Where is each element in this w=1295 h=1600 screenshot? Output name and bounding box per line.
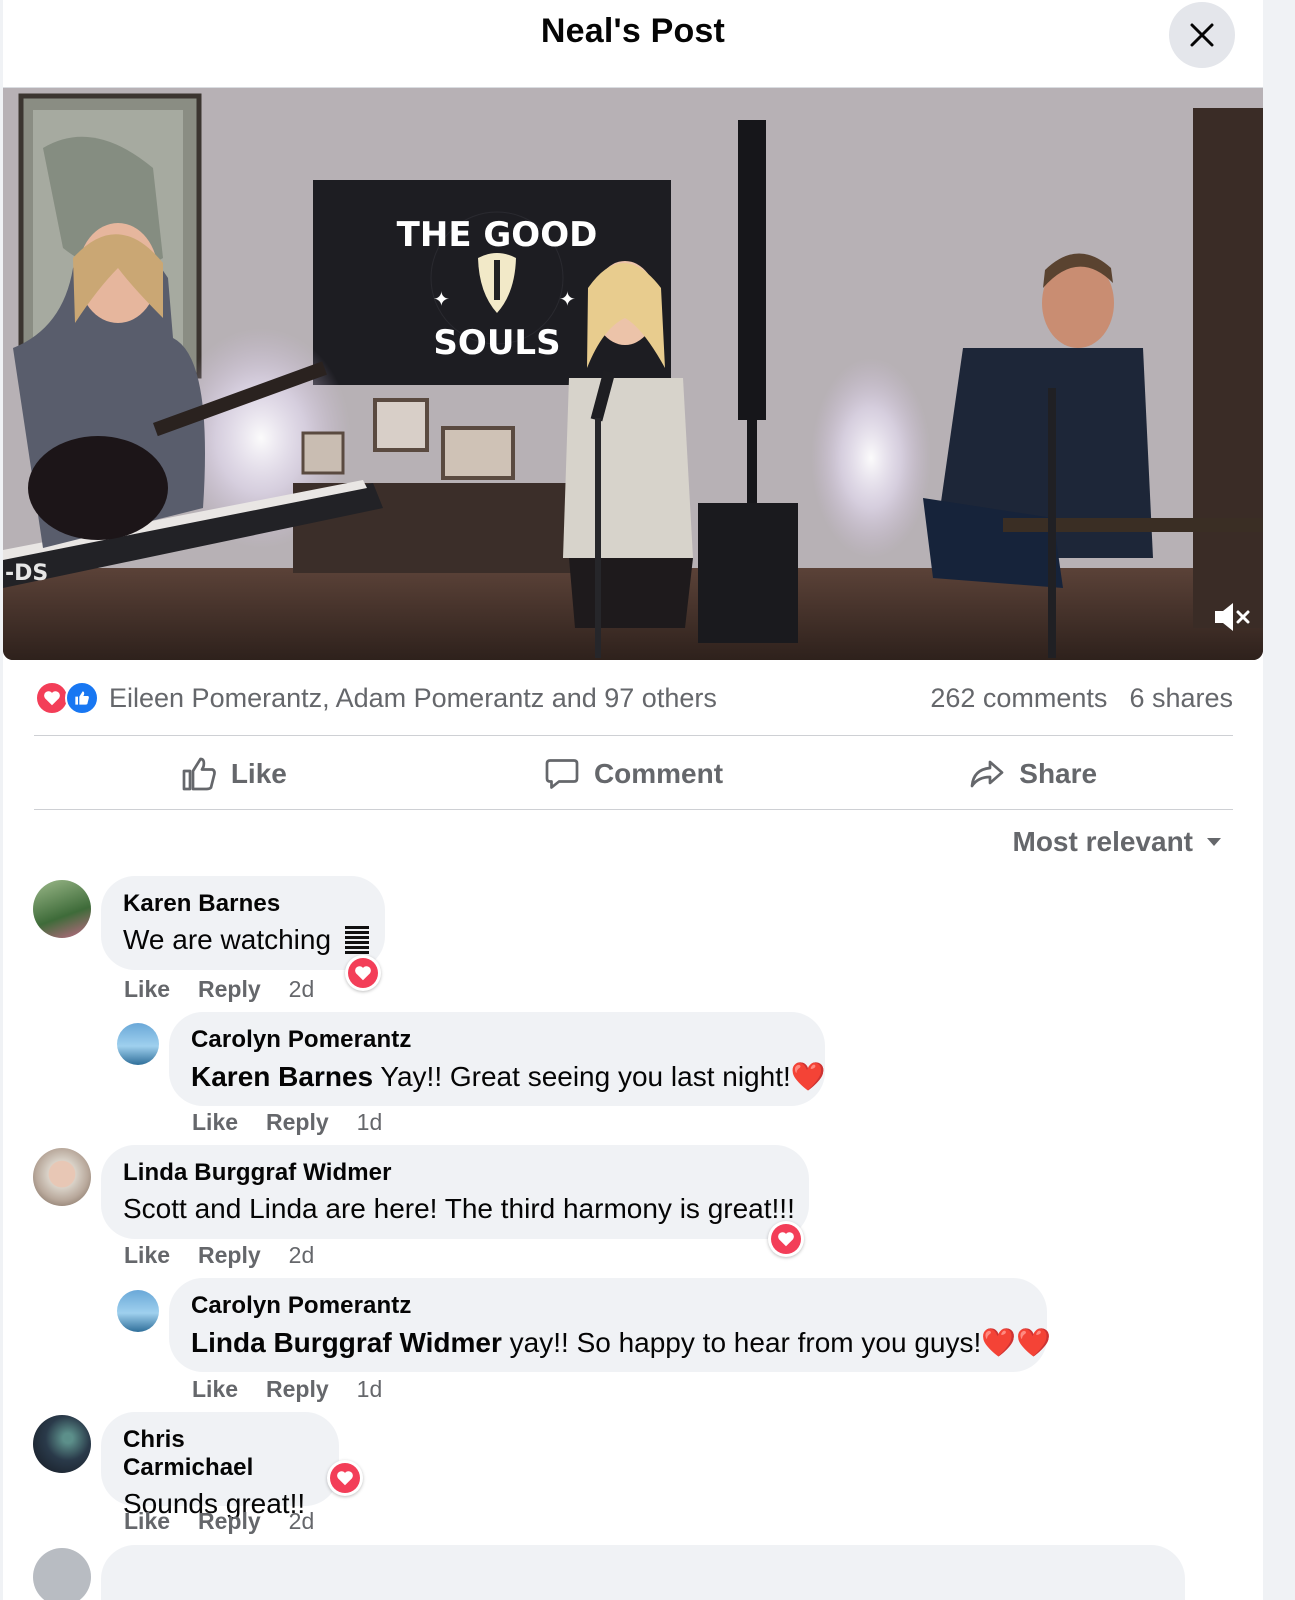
comment-time[interactable]: 2d: [289, 976, 315, 1003]
comment-like-link[interactable]: Like: [124, 1242, 170, 1269]
post-stats: Eileen Pomerantz, Adam Pomerantz and 97 …: [35, 676, 1233, 720]
reactions-text[interactable]: Eileen Pomerantz, Adam Pomerantz and 97 …: [109, 683, 717, 714]
avatar[interactable]: [117, 1023, 159, 1065]
like-label: Like: [230, 758, 287, 789]
comment-time[interactable]: 2d: [289, 1508, 315, 1535]
comment-reply-link[interactable]: Reply: [266, 1376, 329, 1403]
reaction-summary[interactable]: [35, 681, 99, 715]
dialog-title: Neal's Post: [540, 12, 726, 50]
tv-sign-top: THE GOOD: [397, 215, 598, 255]
comment-meta: Like Reply 2d: [124, 1508, 314, 1535]
comment-bubble: Carolyn Pomerantz Linda Burggraf Widmer …: [169, 1278, 1051, 1372]
heart-icon: [337, 1471, 353, 1486]
comment-text: Yay!! Great seeing you last night!: [380, 1061, 791, 1092]
keyboard-brand: -DS: [5, 561, 48, 586]
comment-bubble: Karen Barnes We are watching: [101, 876, 385, 970]
comment-time[interactable]: 1d: [357, 1109, 383, 1136]
tv-sign-bottom: SOULS: [433, 323, 560, 363]
comment-author[interactable]: Chris Carmichael: [123, 1426, 317, 1482]
comment-label: Comment: [593, 758, 724, 789]
svg-text:✦: ✦: [433, 289, 450, 311]
comment-like-link[interactable]: Like: [124, 976, 170, 1003]
comment-meta: Like Reply 2d: [124, 976, 314, 1003]
comment-meta: Like Reply 1d: [192, 1376, 382, 1403]
close-icon: [1190, 23, 1214, 47]
share-arrow-icon: [970, 760, 1004, 788]
shares-count[interactable]: 6 shares: [1129, 683, 1233, 714]
close-button[interactable]: [1169, 2, 1235, 68]
comment-text-row: Linda Burggraf Widmer yay!! So happy to …: [191, 1326, 1051, 1359]
love-reaction-badge[interactable]: [768, 1221, 804, 1257]
heart-emoji: ❤️: [790, 1061, 826, 1092]
heart-icon: [355, 966, 371, 981]
comment-author[interactable]: Carolyn Pomerantz: [191, 1026, 803, 1054]
like-button[interactable]: Like: [34, 756, 434, 792]
speech-bubble-icon: [545, 759, 579, 789]
avatar[interactable]: [33, 1148, 91, 1206]
avatar[interactable]: [33, 1415, 91, 1473]
comment-meta: Like Reply 1d: [192, 1109, 382, 1136]
comment-author[interactable]: Carolyn Pomerantz: [191, 1292, 1025, 1320]
comment-like-link[interactable]: Like: [124, 1508, 170, 1535]
mute-button[interactable]: [1211, 597, 1251, 642]
mention-link[interactable]: Linda Burggraf Widmer: [191, 1327, 502, 1358]
love-reaction-badge[interactable]: [345, 955, 381, 991]
share-button[interactable]: Share: [833, 756, 1233, 792]
actions-divider: [34, 809, 1233, 810]
thumbs-up-icon: [182, 757, 216, 791]
comment-author[interactable]: Linda Burggraf Widmer: [123, 1159, 787, 1187]
comment-reply-link[interactable]: Reply: [198, 976, 261, 1003]
comment-text-row: We are watching: [123, 924, 369, 956]
comment-meta: Like Reply 2d: [124, 1242, 314, 1269]
sort-label: Most relevant: [1012, 826, 1194, 857]
comment-bubble: Linda Burggraf Widmer Scott and Linda ar…: [101, 1145, 809, 1239]
comment-text: Scott and Linda are here! The third harm…: [123, 1193, 795, 1224]
avatar[interactable]: [33, 1548, 91, 1600]
comment-text-row: Karen Barnes Yay!! Great seeing you last…: [191, 1060, 826, 1093]
heart-emoji: ❤️❤️: [981, 1327, 1051, 1358]
comment-like-link[interactable]: Like: [192, 1109, 238, 1136]
video-player[interactable]: THE GOOD SOULS ✦ ✦ -DS: [3, 88, 1263, 660]
comment-text: We are watching: [123, 924, 332, 955]
speaker-muted-icon: [1215, 603, 1250, 631]
comment-text: yay!! So happy to hear from you guys!: [509, 1327, 982, 1358]
like-reaction-icon: [65, 681, 99, 715]
comment-bubble: [101, 1545, 1185, 1600]
svg-text:✦: ✦: [559, 289, 576, 311]
comments-count[interactable]: 262 comments: [930, 683, 1107, 714]
video-frame: THE GOOD SOULS ✦ ✦ -DS: [3, 88, 1263, 660]
comment-button[interactable]: Comment: [434, 756, 834, 792]
love-reaction-badge[interactable]: [327, 1460, 363, 1496]
comment-bubble: Carolyn Pomerantz Karen Barnes Yay!! Gre…: [169, 1012, 826, 1106]
sort-dropdown[interactable]: Most relevant: [1013, 826, 1224, 858]
comment-reply-link[interactable]: Reply: [198, 1242, 261, 1269]
sign-of-the-horns-icon: [344, 926, 369, 954]
stats-divider: [34, 735, 1233, 736]
avatar[interactable]: [117, 1290, 159, 1332]
mention-link[interactable]: Karen Barnes: [191, 1061, 373, 1092]
post-dialog: Neal's Post THE GOOD SOULS ✦ ✦ -DS Eilee…: [3, 0, 1263, 1600]
comment-like-link[interactable]: Like: [192, 1376, 238, 1403]
comment-bubble: Chris Carmichael Sounds great!!: [101, 1412, 339, 1519]
comment-reply-link[interactable]: Reply: [266, 1109, 329, 1136]
post-actions: Like Comment Share: [34, 738, 1233, 810]
love-reaction-icon: [35, 681, 69, 715]
caret-down-icon: [1207, 838, 1221, 846]
avatar[interactable]: [33, 880, 91, 938]
heart-icon: [778, 1232, 794, 1247]
comment-time[interactable]: 2d: [289, 1242, 315, 1269]
comment-author[interactable]: Karen Barnes: [123, 890, 363, 918]
dialog-header: Neal's Post: [3, 0, 1263, 88]
share-label: Share: [1019, 758, 1098, 789]
comment-time[interactable]: 1d: [357, 1376, 383, 1403]
comment-reply-link[interactable]: Reply: [198, 1508, 261, 1535]
